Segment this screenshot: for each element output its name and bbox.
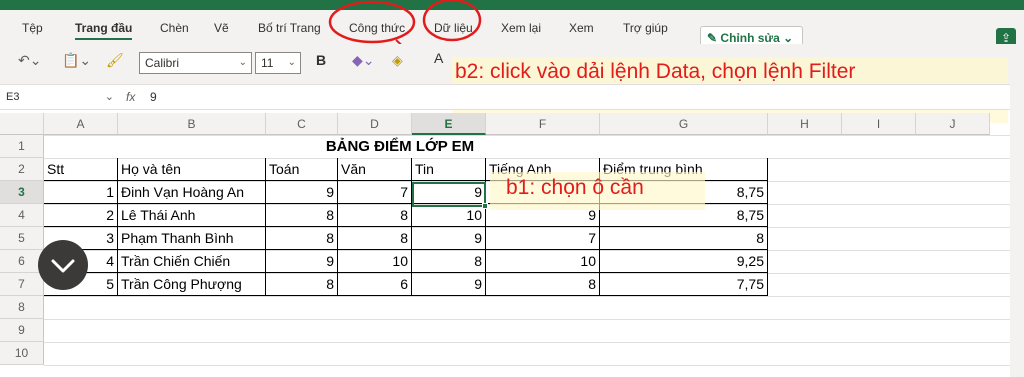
table-cell[interactable]: Lê Thái Anh	[118, 204, 266, 227]
chevron-down-icon: ⌄	[238, 57, 247, 68]
header-cell-stt[interactable]: Stt	[44, 158, 118, 181]
fill-handle[interactable]	[482, 203, 488, 209]
column-header-e[interactable]: E	[412, 113, 486, 135]
table-cell[interactable]: 8	[338, 227, 412, 250]
table-cell[interactable]: 9	[412, 181, 486, 204]
column-header-h[interactable]: H	[768, 113, 842, 135]
annotation-b1-text: b1: chọn ô cần	[506, 176, 644, 199]
table-cell[interactable]: 9	[266, 250, 338, 273]
name-box[interactable]: E3 ⌄	[6, 88, 116, 106]
select-all-corner[interactable]	[0, 113, 44, 135]
font-color-icon[interactable]: A	[434, 50, 443, 66]
column-header-a[interactable]: A	[44, 113, 118, 135]
name-box-value: E3	[6, 91, 20, 103]
column-header-g[interactable]: G	[600, 113, 768, 135]
font-size-select[interactable]: 11 ⌄	[255, 52, 301, 74]
fill-color-icon[interactable]: ◈	[392, 52, 403, 69]
row-header-9[interactable]: 9	[0, 319, 44, 342]
table-cell[interactable]: Trần Công Phượng	[118, 273, 266, 296]
table-cell[interactable]: 9	[266, 181, 338, 204]
table-cell[interactable]: 8	[266, 273, 338, 296]
paste-icon[interactable]: 📋⌄	[62, 52, 91, 69]
chevron-down-icon: ⌄	[104, 91, 114, 103]
data-tab-circle	[422, 0, 482, 42]
table-cell[interactable]: 8	[412, 250, 486, 273]
font-size-value: 11	[261, 56, 274, 70]
table-cell[interactable]: 8	[266, 227, 338, 250]
table-cell[interactable]: 8	[338, 204, 412, 227]
column-header-j[interactable]: J	[916, 113, 990, 135]
row-header-1[interactable]: 1	[0, 135, 44, 158]
table-cell[interactable]: 9	[412, 227, 486, 250]
column-header-d[interactable]: D	[338, 113, 412, 135]
fx-icon: fx	[126, 90, 136, 104]
table-cell[interactable]: 6	[338, 273, 412, 296]
annotation-b2-text: b2: click vào dải lệnh Data, chọn lệnh F…	[455, 60, 856, 83]
table-cell[interactable]: 2	[44, 204, 118, 227]
table-cell[interactable]: Đinh Vạn Hoàng An	[118, 181, 266, 204]
table-cell[interactable]: Phạm Thanh Bình	[118, 227, 266, 250]
row-header-8[interactable]: 8	[0, 296, 44, 319]
table-cell[interactable]: 8	[486, 273, 600, 296]
table-cell[interactable]: 10	[486, 250, 600, 273]
column-header-i[interactable]: I	[842, 113, 916, 135]
row-header-2[interactable]: 2	[0, 158, 44, 181]
table-cell[interactable]: 9,25	[600, 250, 768, 273]
table-cell[interactable]: Trần Chiến Chiến	[118, 250, 266, 273]
table-cell[interactable]: 7	[338, 181, 412, 204]
row-header-3[interactable]: 3	[0, 181, 44, 204]
undo-icon[interactable]: ↶⌄	[18, 52, 41, 69]
table-cell[interactable]: 8	[266, 204, 338, 227]
format-painter-icon[interactable]: 🖌	[106, 52, 124, 69]
table-cell[interactable]: 7	[486, 227, 600, 250]
right-scroll-edge	[1010, 44, 1024, 377]
font-name-value: Calibri	[145, 56, 180, 70]
table-cell[interactable]: 7,75	[600, 273, 768, 296]
sheet-title: BẢNG ĐIỂM LỚP EM	[325, 138, 475, 155]
row-header-10[interactable]: 10	[0, 342, 44, 365]
table-cell[interactable]: 10	[338, 250, 412, 273]
column-header-b[interactable]: B	[118, 113, 266, 135]
table-cell[interactable]: 8	[600, 227, 768, 250]
header-cell-informatics[interactable]: Tin	[412, 158, 486, 181]
header-cell-name[interactable]: Họ và tên	[118, 158, 266, 181]
table-cell[interactable]: 1	[44, 181, 118, 204]
column-header-c[interactable]: C	[266, 113, 338, 135]
formulas-tab-circle	[328, 0, 416, 44]
font-name-select[interactable]: Calibri ⌄	[139, 52, 252, 74]
table-cell[interactable]: 10	[412, 204, 486, 227]
header-cell-literature[interactable]: Văn	[338, 158, 412, 181]
column-header-f[interactable]: F	[486, 113, 600, 135]
row-header-4[interactable]: 4	[0, 204, 44, 227]
chevron-down-icon: ⌄	[287, 57, 296, 68]
header-cell-math[interactable]: Toán	[266, 158, 338, 181]
eraser-icon[interactable]: ◆⌄	[352, 52, 375, 69]
scroll-down-button[interactable]	[38, 240, 88, 290]
formula-input[interactable]: 9	[150, 88, 157, 106]
bold-button[interactable]: B	[316, 52, 326, 68]
chevron-down-icon	[51, 259, 75, 273]
table-cell[interactable]: 9	[412, 273, 486, 296]
